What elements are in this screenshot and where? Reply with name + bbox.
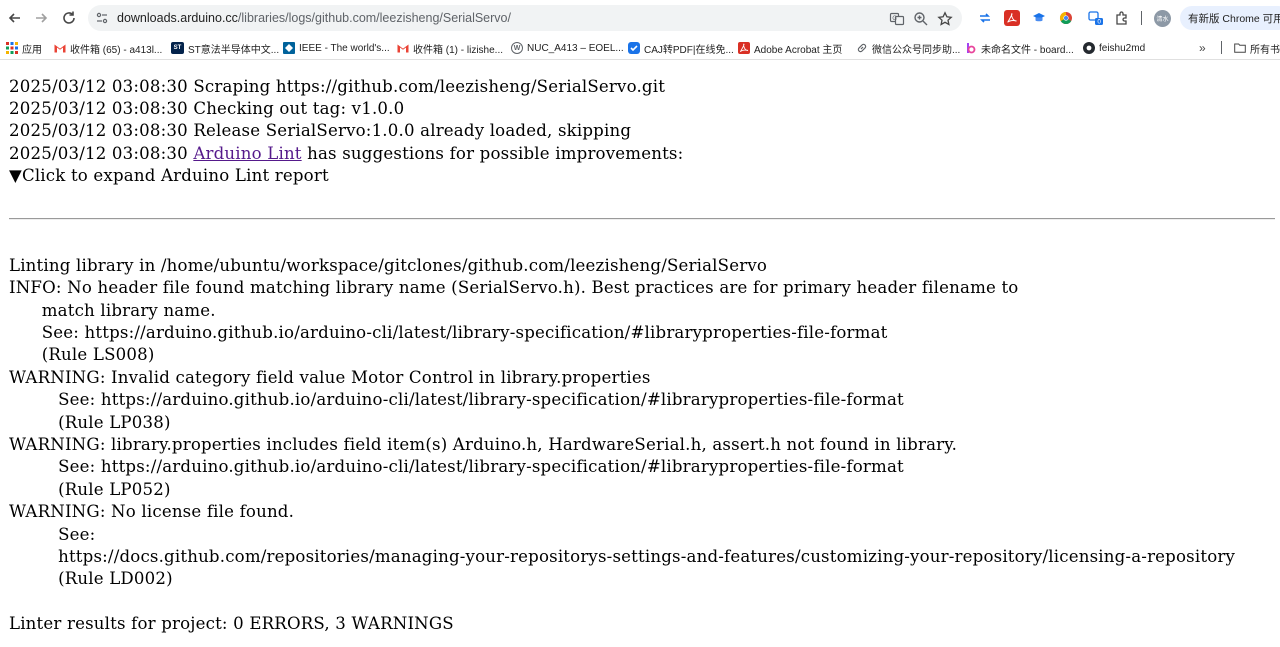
bookmarks-divider	[1221, 41, 1222, 54]
report-line: https://docs.github.com/repositories/man…	[9, 547, 1236, 566]
expand-lint-report-toggle[interactable]: ▼Click to expand Arduino Lint report	[9, 165, 329, 187]
bookmarks-overflow-chevron-icon[interactable]: »	[1199, 40, 1206, 56]
report-line: See: https://arduino.github.io/arduino-c…	[9, 457, 904, 476]
acrobat-icon	[738, 42, 750, 54]
report-line: match library name.	[9, 301, 216, 320]
graduation-extension-icon[interactable]	[1031, 10, 1047, 26]
bookmarks-bar: 应用 收件箱 (65) - a413l... ST ST意法半导体中文... IE…	[0, 36, 1280, 60]
gmail-icon	[54, 42, 66, 54]
zoom-icon[interactable]	[912, 10, 930, 28]
report-line: (Rule LP038)	[9, 413, 171, 432]
report-line: (Rule LP052)	[9, 480, 171, 499]
link-icon	[856, 42, 868, 54]
report-line: (Rule LD002)	[9, 569, 173, 588]
svg-text:G: G	[892, 15, 897, 22]
st-logo-icon: ST	[171, 42, 184, 54]
report-line: (Rule LS008)	[9, 345, 155, 364]
profile-avatar[interactable]: 清水	[1154, 10, 1171, 27]
report-line: Linting library in /home/ubuntu/workspac…	[9, 256, 768, 275]
acrobat-extension-icon[interactable]	[1004, 10, 1020, 26]
linter-summary: Linter results for project: 0 ERRORS, 3 …	[9, 614, 454, 633]
log-line: 2025/03/12 03:08:30 Scraping https://git…	[9, 77, 666, 96]
arduino-lint-link[interactable]: Arduino Lint	[193, 144, 301, 163]
ieee-icon	[283, 42, 295, 54]
lint-prefix: 2025/03/12 03:08:30	[9, 144, 194, 163]
report-line: See:	[9, 525, 96, 544]
sync-extension-icon[interactable]	[977, 10, 993, 26]
log-line-lint: 2025/03/12 03:08:30 Arduino Lint has sug…	[9, 143, 683, 165]
bookmark-label: 收件箱 (1) - lizishe...	[413, 44, 504, 56]
bookmark-label: ST意法半导体中文...	[188, 44, 280, 56]
extensions-puzzle-icon[interactable]	[1114, 10, 1130, 26]
bookmark-label: IEEE - The world's...	[299, 42, 390, 54]
bookmark-label: Adobe Acrobat 主页	[754, 44, 843, 56]
url-path: /libraries/logs/github.com/leezisheng/Se…	[237, 11, 511, 25]
forward-arrow-icon[interactable]	[29, 6, 53, 30]
apps-grid-icon	[6, 42, 18, 54]
url-text[interactable]: downloads.arduino.cc/libraries/logs/gith…	[117, 11, 511, 25]
boardmix-icon	[965, 42, 977, 54]
site-info-icon[interactable]	[94, 10, 110, 26]
bookmark-label: 微信公众号同步助...	[872, 44, 961, 56]
report-line: WARNING: No license file found.	[9, 502, 295, 521]
bookmark-apps[interactable]: 应用	[6, 40, 42, 56]
lint-suffix: has suggestions for possible improvement…	[301, 144, 684, 163]
bookmark-st[interactable]: ST ST意法半导体中文...	[171, 40, 279, 56]
report-line: See: https://arduino.github.io/arduino-c…	[9, 323, 888, 342]
bookmark-label: 所有书	[1250, 44, 1280, 56]
bookmark-label: 收件箱 (65) - a413l...	[70, 44, 163, 56]
url-host: downloads.arduino.cc	[117, 11, 238, 25]
report-line: WARNING: Invalid category field value Mo…	[9, 368, 651, 387]
bookmark-label: 未命名文件 - board...	[981, 44, 1074, 56]
ext-badge-count: 0	[1097, 19, 1101, 26]
bookmark-gmail-2[interactable]: 收件箱 (1) - lizishe...	[397, 40, 503, 56]
bookmark-caj[interactable]: CAJ转PDF|在线免...	[628, 40, 734, 56]
bookmark-ieee[interactable]: IEEE - The world's...	[283, 40, 390, 56]
bookmark-label: feishu2md	[1099, 42, 1146, 54]
log-line: 2025/03/12 03:08:30 Checking out tag: v1…	[9, 99, 405, 118]
bookmark-label: 应用	[22, 44, 42, 56]
bookmark-boardmix[interactable]: 未命名文件 - board...	[965, 40, 1074, 56]
chrome-extension-icon[interactable]	[1058, 10, 1074, 26]
gmail-icon	[397, 42, 409, 54]
report-line: See: https://arduino.github.io/arduino-c…	[9, 390, 904, 409]
report-line: WARNING: library.properties includes fie…	[9, 435, 958, 454]
folder-icon	[1234, 42, 1246, 54]
bookmark-star-icon[interactable]	[936, 10, 954, 28]
report-line: INFO: No header file found matching libr…	[9, 278, 1019, 297]
log-page: 2025/03/12 03:08:30 Scraping https://git…	[0, 61, 1280, 647]
toolbar-divider	[1141, 11, 1142, 25]
caj-icon	[628, 42, 640, 54]
bookmark-label: NUC_A413 – EOEL...	[527, 42, 624, 54]
bookmark-feishu2md[interactable]: feishu2md	[1083, 40, 1145, 56]
chrome-update-button[interactable]: 有新版 Chrome 可用	[1180, 6, 1280, 30]
bookmark-wechat-sync[interactable]: 微信公众号同步助...	[856, 40, 960, 56]
wordpress-icon: W	[511, 42, 523, 54]
bookmark-acrobat[interactable]: Adobe Acrobat 主页	[738, 40, 842, 56]
bookmark-nuc[interactable]: W NUC_A413 – EOEL...	[511, 40, 624, 56]
bookmark-label: CAJ转PDF|在线免...	[644, 44, 734, 56]
translate-extension-icon[interactable]: 0	[1088, 10, 1104, 26]
reload-icon[interactable]	[57, 6, 81, 30]
log-line: 2025/03/12 03:08:30 Release SerialServo:…	[9, 121, 632, 140]
address-bar[interactable]: downloads.arduino.cc/libraries/logs/gith…	[88, 5, 962, 31]
github-icon	[1083, 42, 1095, 54]
bookmark-gmail-1[interactable]: 收件箱 (65) - a413l...	[54, 40, 162, 56]
translate-icon[interactable]: G	[888, 10, 906, 28]
browser-toolbar: downloads.arduino.cc/libraries/logs/gith…	[0, 0, 1280, 36]
horizontal-rule	[9, 218, 1275, 220]
bookmark-all-folder[interactable]: 所有书	[1234, 40, 1280, 56]
back-arrow-icon[interactable]	[3, 6, 27, 30]
